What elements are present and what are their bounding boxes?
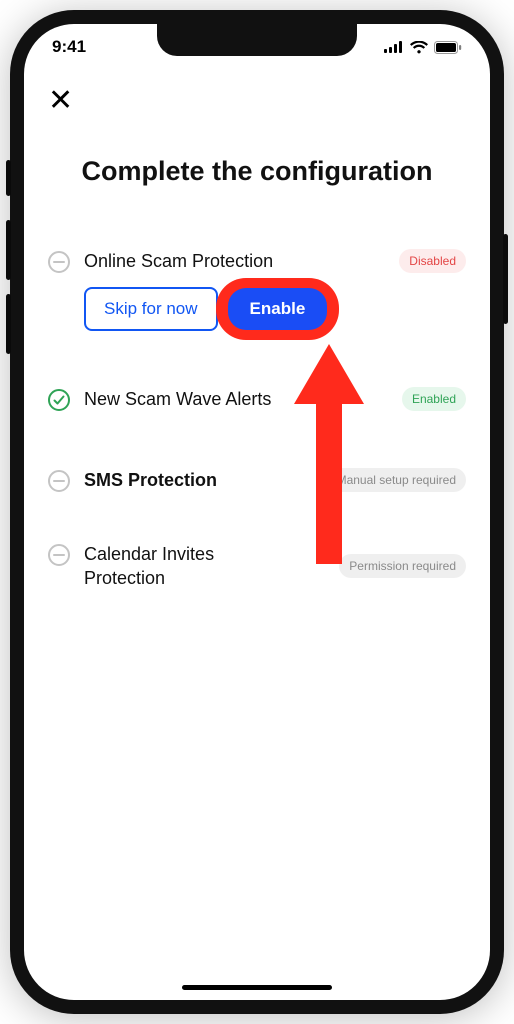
screen: 9:41 ✕ Complete the configuration <box>24 24 490 1000</box>
check-circle-icon <box>48 389 70 411</box>
nav-bar: ✕ <box>24 70 490 124</box>
status-time: 9:41 <box>52 37 86 57</box>
minus-circle-icon <box>48 251 70 273</box>
close-icon[interactable]: ✕ <box>48 86 73 116</box>
status-badge-manual: Manual setup required <box>327 468 466 492</box>
power-button <box>503 234 508 324</box>
status-badge-enabled: Enabled <box>402 387 466 411</box>
volume-up-button <box>6 220 11 280</box>
home-indicator[interactable] <box>182 985 332 990</box>
config-item-label: New Scam Wave Alerts <box>84 387 271 411</box>
enable-highlight: Enable <box>228 288 328 330</box>
config-item-actions: Skip for now Enable <box>84 287 466 331</box>
config-item-calendar: Calendar Invites Protection Permission r… <box>48 528 466 605</box>
cellular-signal-icon <box>384 41 404 53</box>
notch <box>157 24 357 56</box>
config-item-label: SMS Protection <box>84 468 217 492</box>
skip-button[interactable]: Skip for now <box>84 287 218 331</box>
content: Complete the configuration Online Scam P… <box>24 124 490 604</box>
minus-circle-icon <box>48 470 70 492</box>
volume-down-button <box>6 294 11 354</box>
config-item-sms: SMS Protection Manual setup required <box>48 454 466 506</box>
status-badge-disabled: Disabled <box>399 249 466 273</box>
status-badge-permission: Permission required <box>339 554 466 578</box>
battery-icon <box>434 41 462 54</box>
phone-frame: 9:41 ✕ Complete the configuration <box>10 10 504 1014</box>
config-item-label: Calendar Invites Protection <box>84 542 254 591</box>
enable-button[interactable]: Enable <box>228 288 328 330</box>
status-right <box>384 41 462 54</box>
page-title: Complete the configuration <box>48 156 466 187</box>
config-item-online-scam: Online Scam Protection Disabled Skip for… <box>48 235 466 345</box>
mute-switch <box>6 160 11 196</box>
wifi-icon <box>410 41 428 54</box>
config-item-label: Online Scam Protection <box>84 249 273 273</box>
config-item-scam-wave: New Scam Wave Alerts Enabled <box>48 373 466 425</box>
minus-circle-icon <box>48 544 70 566</box>
